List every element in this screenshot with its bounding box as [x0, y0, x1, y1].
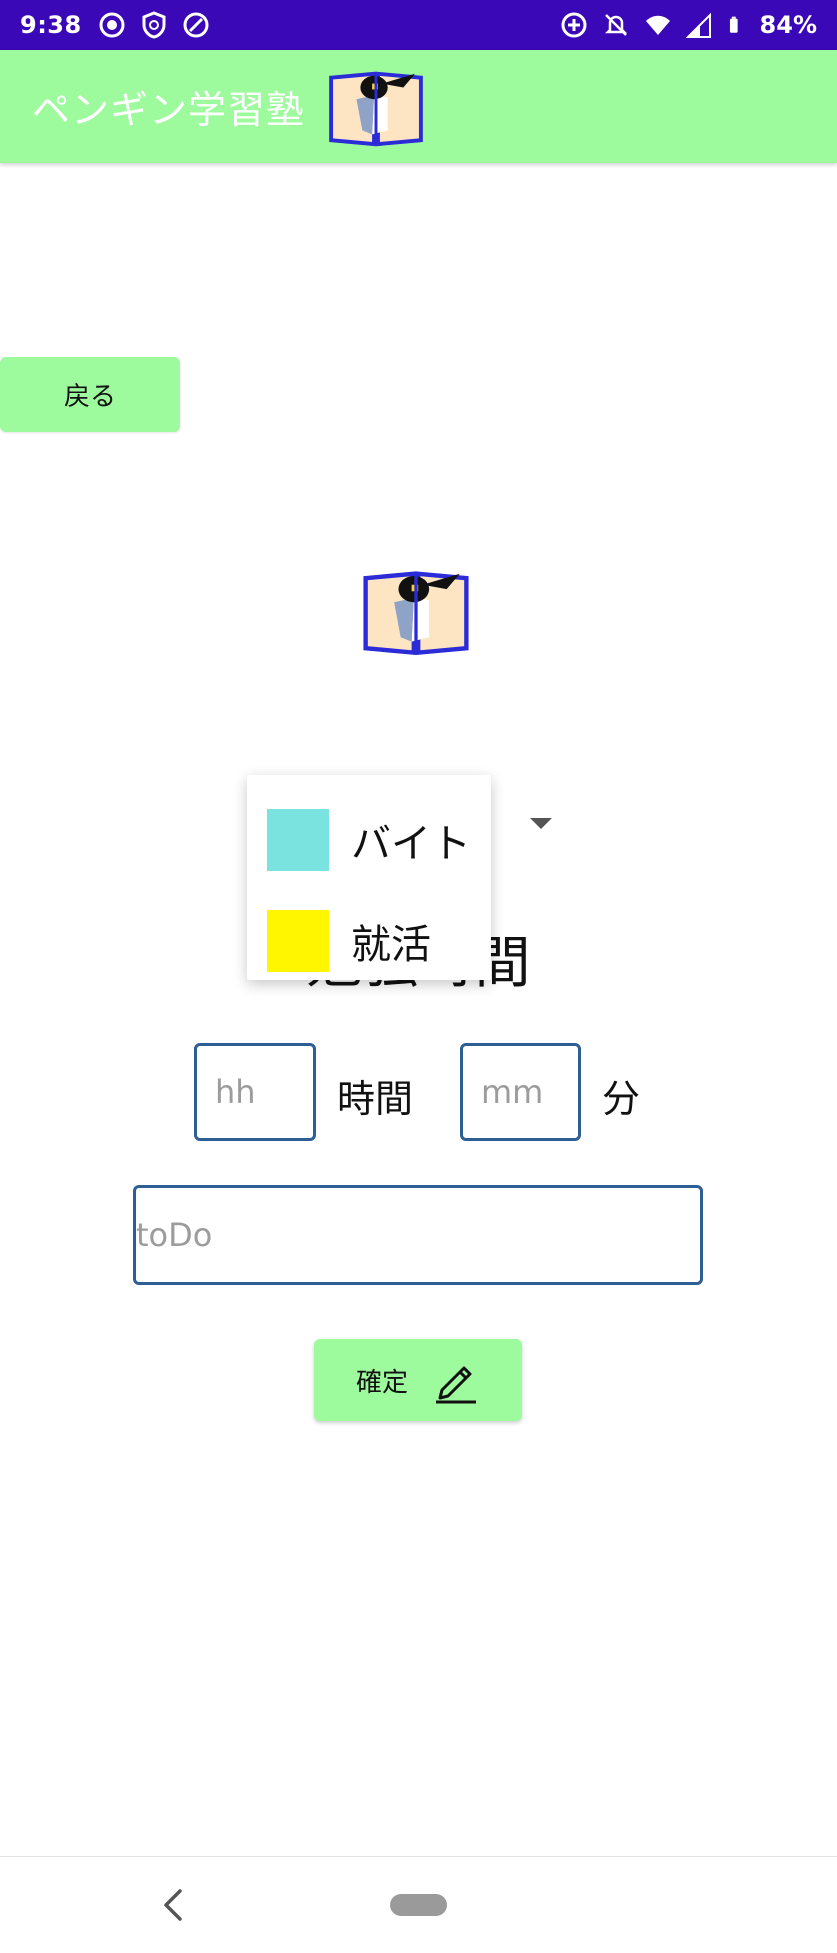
mute-icon — [604, 14, 627, 36]
spinner-dropdown-arrow-icon[interactable] — [530, 818, 552, 829]
confirm-button-label: 確定 — [355, 1367, 408, 1398]
hours-input[interactable] — [194, 1043, 316, 1141]
color-swatch — [267, 808, 329, 871]
sync-icon — [99, 12, 125, 38]
app-title: ペンギン学習塾 — [32, 88, 306, 132]
dropdown-item-job-hunting[interactable]: 就活 — [247, 890, 491, 991]
status-left-icons — [98, 11, 210, 39]
pencil-icon — [436, 1366, 476, 1404]
signal-icon — [685, 12, 711, 38]
data-saver-icon — [561, 12, 587, 38]
confirm-button[interactable]: 確定 — [314, 1339, 522, 1421]
status-time: 9:38 — [20, 11, 82, 39]
shield-icon — [142, 11, 166, 39]
dropdown-item-label: 就活 — [351, 921, 431, 968]
dropdown-item-label: バイト — [351, 820, 471, 867]
minutes-input[interactable] — [460, 1043, 581, 1141]
status-right-icons: 84% — [560, 11, 817, 39]
battery-percent: 84% — [759, 11, 817, 39]
hours-unit-label: 時間 — [337, 1077, 414, 1121]
wifi-icon — [645, 15, 670, 35]
color-swatch — [267, 909, 329, 972]
blocked-icon — [183, 12, 209, 38]
back-button[interactable]: 戻る — [0, 357, 180, 432]
todo-input[interactable] — [133, 1185, 703, 1285]
back-chevron-icon[interactable] — [158, 1887, 188, 1923]
category-dropdown-popup: バイト 就活 — [247, 775, 491, 980]
dropdown-item-part-time[interactable]: バイト — [247, 789, 491, 890]
penguin-book-icon — [363, 571, 469, 656]
penguin-book-icon — [329, 71, 423, 146]
navigation-bar — [0, 1856, 837, 1953]
app-bar: ペンギン学習塾 — [0, 50, 837, 163]
battery-icon — [729, 16, 738, 33]
minutes-unit-label: 分 — [602, 1077, 641, 1121]
status-bar: 9:38 84% — [0, 0, 837, 50]
home-pill-icon[interactable] — [390, 1894, 447, 1916]
